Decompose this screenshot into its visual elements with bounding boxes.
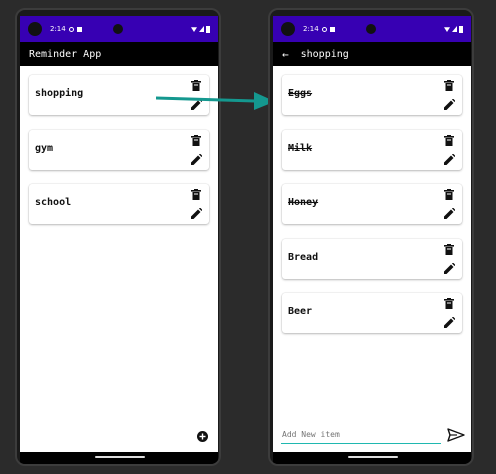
status-bar: 2:14 (273, 16, 471, 42)
back-arrow-icon[interactable]: ← (282, 48, 289, 61)
add-icon[interactable] (197, 431, 208, 442)
camera-icon (28, 22, 42, 36)
list-item[interactable]: Milk (282, 129, 462, 170)
page-title: Reminder App (29, 48, 102, 60)
wifi-icon (444, 27, 450, 32)
list-item[interactable]: gym (29, 129, 209, 170)
list-item[interactable]: school (29, 184, 209, 224)
edit-icon[interactable] (444, 208, 455, 219)
status-time: 2:14 (50, 25, 66, 33)
edit-icon[interactable] (191, 153, 202, 165)
camera-icon (366, 24, 376, 34)
delete-icon[interactable] (444, 80, 454, 91)
right-screen: 2:14 ← shopping Eggs Milk Honey Bread Be… (273, 16, 471, 456)
home-handle[interactable] (348, 456, 398, 458)
edit-icon[interactable] (444, 153, 455, 165)
list-item-label: Milk (288, 142, 313, 154)
list-item[interactable]: Bread (282, 238, 462, 279)
list-item-label: Bread (288, 251, 319, 263)
left-screen: 2:14 Reminder App shopping gym school (20, 16, 218, 456)
delete-icon[interactable] (191, 134, 201, 146)
list-item[interactable]: Eggs (282, 75, 462, 115)
new-item-row (281, 426, 465, 444)
battery-icon (459, 25, 463, 33)
list-item-label: Eggs (288, 88, 313, 99)
camera-icon (281, 22, 295, 36)
list-item-label: Honey (288, 197, 319, 208)
left-phone: 2:14 Reminder App shopping gym school (15, 8, 221, 466)
status-bar: 2:14 (20, 16, 218, 42)
signal-icon (199, 26, 204, 32)
edit-icon[interactable] (444, 262, 455, 274)
sim-icon (329, 26, 335, 32)
list-item[interactable]: Beer (282, 293, 462, 333)
signal-icon (452, 26, 457, 32)
list-item-label: gym (35, 142, 54, 154)
edit-icon[interactable] (444, 317, 455, 328)
shopping-list: Eggs Milk Honey Bread Beer (273, 66, 471, 333)
home-handle[interactable] (95, 456, 145, 458)
status-time: 2:14 (303, 25, 319, 33)
right-phone: 2:14 ← shopping Eggs Milk Honey Bread Be… (268, 8, 474, 466)
navigation-bar (20, 452, 218, 464)
edit-icon[interactable] (444, 99, 455, 110)
new-item-input[interactable] (281, 428, 441, 444)
list-item[interactable]: Honey (282, 184, 462, 224)
delete-icon[interactable] (444, 189, 454, 200)
settings-icon (321, 26, 327, 32)
app-bar: Reminder App (20, 42, 218, 66)
transition-arrow-icon (156, 92, 275, 110)
delete-icon[interactable] (444, 134, 454, 146)
list-item-label: school (35, 197, 72, 208)
delete-icon[interactable] (444, 243, 454, 255)
delete-icon[interactable] (444, 298, 454, 309)
list-item-label: Beer (288, 306, 313, 317)
wifi-icon (191, 27, 197, 32)
settings-icon (68, 26, 74, 32)
sim-icon (76, 26, 82, 32)
app-bar: ← shopping (273, 42, 471, 66)
edit-icon[interactable] (191, 208, 202, 219)
list-item-label: shopping (35, 88, 84, 99)
send-icon[interactable] (447, 428, 465, 442)
battery-icon (206, 25, 210, 33)
page-title: shopping (300, 48, 349, 60)
navigation-bar (273, 452, 471, 464)
camera-icon (113, 24, 123, 34)
delete-icon[interactable] (191, 189, 201, 200)
